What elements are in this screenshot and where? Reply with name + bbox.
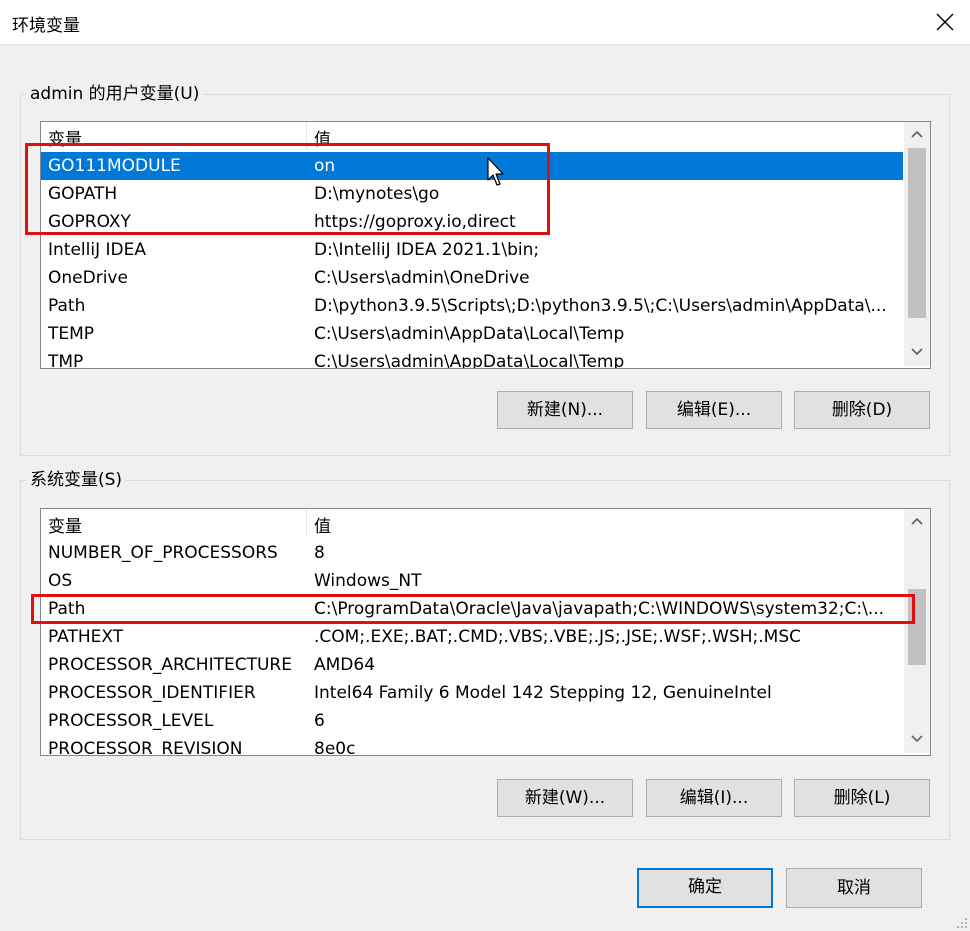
scroll-thumb[interactable] bbox=[908, 589, 926, 665]
system-var-row[interactable]: PROCESSOR_LEVEL 6 bbox=[41, 707, 903, 735]
var-name: PROCESSOR_REVISION bbox=[48, 739, 243, 756]
var-value: .COM;.EXE;.BAT;.CMD;.VBS;.VBE;.JS;.JSE;.… bbox=[314, 627, 802, 647]
var-value: 8e0c bbox=[314, 739, 356, 756]
var-name: PATHEXT bbox=[48, 627, 124, 647]
system-vars-header: 变量 值 bbox=[41, 509, 903, 537]
var-name: OS bbox=[48, 571, 73, 591]
var-name: PROCESSOR_IDENTIFIER bbox=[48, 683, 256, 703]
title-bar: 环境变量 bbox=[0, 0, 970, 45]
ok-button[interactable]: 确定 bbox=[637, 868, 773, 908]
var-name: PROCESSOR_LEVEL bbox=[48, 711, 214, 731]
mouse-cursor-icon bbox=[487, 157, 504, 186]
var-name: NUMBER_OF_PROCESSORS bbox=[48, 543, 278, 563]
user-edit-button[interactable]: 编辑(E)... bbox=[646, 391, 782, 429]
var-value: https://goproxy.io,direct bbox=[314, 212, 516, 232]
column-separator[interactable] bbox=[306, 509, 307, 537]
cancel-button[interactable]: 取消 bbox=[786, 868, 922, 908]
user-var-row[interactable]: TMP C:\Users\admin\AppData\Local\Temp bbox=[41, 348, 903, 369]
chevron-up-icon bbox=[911, 517, 923, 525]
close-icon bbox=[936, 13, 954, 31]
var-value: D:\IntelliJ IDEA 2021.1\bin; bbox=[314, 240, 540, 260]
chevron-up-icon bbox=[911, 130, 923, 138]
user-vars-header: 变量 值 bbox=[41, 122, 903, 150]
user-var-row[interactable]: OneDrive C:\Users\admin\OneDrive bbox=[41, 264, 903, 292]
var-value: Intel64 Family 6 Model 142 Stepping 12, … bbox=[314, 683, 772, 703]
system-var-row[interactable]: PROCESSOR_IDENTIFIER Intel64 Family 6 Mo… bbox=[41, 679, 903, 707]
var-name: Path bbox=[48, 296, 86, 316]
column-header-name[interactable]: 变量 bbox=[48, 125, 82, 150]
user-var-row[interactable]: Path D:\python3.9.5\Scripts\;D:\python3.… bbox=[41, 292, 903, 320]
scroll-up-button[interactable] bbox=[904, 509, 930, 535]
resize-grip-icon[interactable] bbox=[954, 915, 968, 929]
var-value: C:\Users\admin\AppData\Local\Temp bbox=[314, 352, 625, 369]
scroll-thumb[interactable] bbox=[908, 148, 926, 318]
system-var-row[interactable]: Path C:\ProgramData\Oracle\Java\javapath… bbox=[41, 595, 903, 623]
var-value: 6 bbox=[314, 711, 325, 731]
scroll-down-button[interactable] bbox=[904, 340, 930, 366]
var-name: Path bbox=[48, 599, 86, 619]
var-name: OneDrive bbox=[48, 268, 128, 288]
system-vars-scrollbar[interactable] bbox=[904, 509, 930, 753]
var-name: GO111MODULE bbox=[48, 156, 181, 176]
system-var-row[interactable]: PATHEXT .COM;.EXE;.BAT;.CMD;.VBS;.VBE;.J… bbox=[41, 623, 903, 651]
user-vars-scrollbar[interactable] bbox=[904, 122, 930, 366]
var-name: GOPATH bbox=[48, 184, 118, 204]
column-separator[interactable] bbox=[306, 122, 307, 150]
system-new-button[interactable]: 新建(W)... bbox=[497, 779, 633, 817]
user-var-row[interactable]: GO111MODULE on bbox=[41, 152, 903, 180]
var-value: C:\ProgramData\Oracle\Java\javapath;C:\W… bbox=[314, 599, 885, 619]
user-delete-button[interactable]: 删除(D) bbox=[794, 391, 930, 429]
close-button[interactable] bbox=[920, 0, 970, 44]
user-var-row[interactable]: TEMP C:\Users\admin\AppData\Local\Temp bbox=[41, 320, 903, 348]
user-new-button[interactable]: 新建(N)... bbox=[497, 391, 633, 429]
system-var-row[interactable]: OS Windows_NT bbox=[41, 567, 903, 595]
user-vars-legend: admin 的用户变量(U) bbox=[26, 83, 204, 105]
user-var-row[interactable]: GOPATH D:\mynotes\go bbox=[41, 180, 903, 208]
var-value: Windows_NT bbox=[314, 571, 422, 591]
user-var-row[interactable]: GOPROXY https://goproxy.io,direct bbox=[41, 208, 903, 236]
var-value: C:\Users\admin\OneDrive bbox=[314, 268, 530, 288]
system-delete-button[interactable]: 删除(L) bbox=[794, 779, 930, 817]
user-vars-list[interactable]: 变量 值 GO111MODULE on GOPATH D:\mynotes\go… bbox=[40, 121, 931, 369]
column-header-value[interactable]: 值 bbox=[314, 512, 331, 537]
system-vars-list[interactable]: 变量 值 NUMBER_OF_PROCESSORS 8 OS Windows_N… bbox=[40, 508, 931, 756]
chevron-down-icon bbox=[911, 348, 923, 356]
system-var-row[interactable]: NUMBER_OF_PROCESSORS 8 bbox=[41, 539, 903, 567]
user-var-row[interactable]: IntelliJ IDEA D:\IntelliJ IDEA 2021.1\bi… bbox=[41, 236, 903, 264]
scroll-down-button[interactable] bbox=[904, 727, 930, 753]
system-vars-legend: 系统变量(S) bbox=[26, 469, 127, 491]
var-value: on bbox=[314, 156, 336, 176]
var-name: TEMP bbox=[48, 324, 95, 344]
var-value: C:\Users\admin\AppData\Local\Temp bbox=[314, 324, 625, 344]
chevron-down-icon bbox=[911, 735, 923, 743]
var-value: D:\python3.9.5\Scripts\;D:\python3.9.5\;… bbox=[314, 296, 887, 316]
window-title: 环境变量 bbox=[12, 16, 80, 36]
var-value: 8 bbox=[314, 543, 325, 563]
system-var-row[interactable]: PROCESSOR_ARCHITECTURE AMD64 bbox=[41, 651, 903, 679]
system-var-row[interactable]: PROCESSOR_REVISION 8e0c bbox=[41, 735, 903, 756]
var-name: PROCESSOR_ARCHITECTURE bbox=[48, 655, 292, 675]
var-name: TMP bbox=[48, 352, 84, 369]
var-value: AMD64 bbox=[314, 655, 376, 675]
var-value: D:\mynotes\go bbox=[314, 184, 440, 204]
var-name: IntelliJ IDEA bbox=[48, 240, 146, 260]
var-name: GOPROXY bbox=[48, 212, 131, 232]
scroll-up-button[interactable] bbox=[904, 122, 930, 148]
system-edit-button[interactable]: 编辑(I)... bbox=[646, 779, 782, 817]
column-header-name[interactable]: 变量 bbox=[48, 512, 82, 537]
column-header-value[interactable]: 值 bbox=[314, 125, 331, 150]
